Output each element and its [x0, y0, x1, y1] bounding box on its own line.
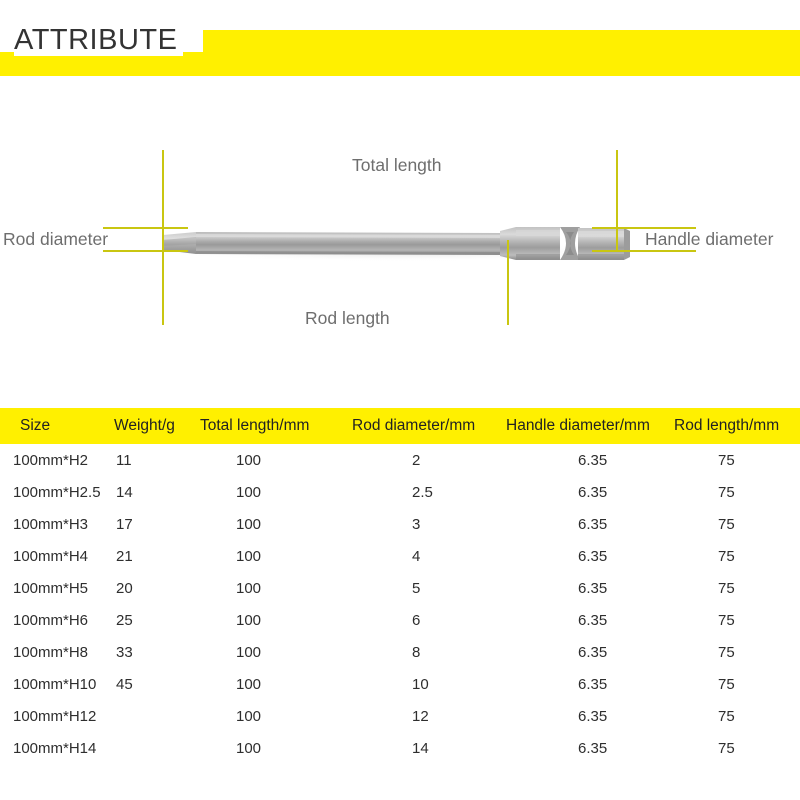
cell-rod-diameter: 2 [412, 451, 421, 469]
cell-handle-diameter: 6.35 [578, 611, 608, 629]
header-band-upper [203, 30, 800, 54]
table-header-row: Size Weight/g Total length/mm Rod diamet… [0, 408, 800, 444]
rod-diameter-bracket-bottom [103, 250, 188, 252]
cell-size: 100mm*H2 [13, 451, 89, 469]
table-row: 100mm*H5 20 100 5 6.35 75 [0, 572, 800, 604]
cell-total-length: 100 [236, 739, 262, 757]
specification-table: Size Weight/g Total length/mm Rod diamet… [0, 408, 800, 764]
table-row: 100mm*H12 100 12 6.35 75 [0, 700, 800, 732]
cell-handle-diameter: 6.35 [578, 707, 608, 725]
cell-size: 100mm*H3 [13, 515, 89, 533]
cell-rod-diameter: 12 [412, 707, 429, 725]
cell-handle-diameter: 6.35 [578, 483, 608, 501]
total-length-label: Total length [352, 155, 442, 175]
cell-total-length: 100 [236, 611, 262, 629]
cell-handle-diameter: 6.35 [578, 675, 608, 693]
cell-handle-diameter: 6.35 [578, 579, 608, 597]
total-length-left-rule [162, 150, 164, 325]
rod-length-rule [507, 240, 509, 325]
cell-rod-length: 75 [718, 739, 735, 757]
cell-rod-length: 75 [718, 643, 735, 661]
cell-rod-length: 75 [718, 675, 735, 693]
cell-rod-diameter: 14 [412, 739, 429, 757]
table-row: 100mm*H2.5 14 100 2.5 6.35 75 [0, 476, 800, 508]
table-row: 100mm*H3 17 100 3 6.35 75 [0, 508, 800, 540]
cell-handle-diameter: 6.35 [578, 547, 608, 565]
rod-diameter-bracket-top [103, 227, 188, 229]
column-header-rod-diameter: Rod diameter/mm [352, 417, 476, 434]
column-header-total-length: Total length/mm [200, 417, 310, 434]
cell-rod-length: 75 [718, 611, 735, 629]
cell-rod-length: 75 [718, 515, 735, 533]
cell-weight: 14 [116, 483, 133, 501]
cell-weight: 33 [116, 643, 133, 661]
handle-diameter-bracket-bottom [592, 250, 696, 252]
cell-weight: 17 [116, 515, 133, 533]
cell-handle-diameter: 6.35 [578, 739, 608, 757]
cell-total-length: 100 [236, 707, 262, 725]
cell-size: 100mm*H14 [13, 739, 97, 757]
cell-size: 100mm*H4 [13, 547, 89, 565]
table-row: 100mm*H8 33 100 8 6.35 75 [0, 636, 800, 668]
cell-size: 100mm*H8 [13, 643, 89, 661]
cell-handle-diameter: 6.35 [578, 515, 608, 533]
table-row: 100mm*H10 45 100 10 6.35 75 [0, 668, 800, 700]
cell-rod-diameter: 10 [412, 675, 429, 693]
cell-total-length: 100 [236, 675, 262, 693]
cell-handle-diameter: 6.35 [578, 643, 608, 661]
cell-size: 100mm*H2.5 [13, 483, 101, 501]
cell-size: 100mm*H6 [13, 611, 89, 629]
product-diagram: Rod diameter Total length Rod length Han… [0, 110, 800, 390]
cell-rod-diameter: 5 [412, 579, 421, 597]
cell-size: 100mm*H5 [13, 579, 89, 597]
cell-weight: 11 [116, 451, 132, 469]
column-header-handle-diameter: Handle diameter/mm [506, 417, 650, 434]
cell-rod-length: 75 [718, 579, 735, 597]
table-row: 100mm*H4 21 100 4 6.35 75 [0, 540, 800, 572]
cell-weight: 20 [116, 579, 133, 597]
page-header: ATTRIBUTE [0, 0, 800, 78]
cell-rod-diameter: 3 [412, 515, 421, 533]
rod-length-label: Rod length [305, 308, 390, 328]
cell-total-length: 100 [236, 451, 262, 469]
handle-diameter-label: Handle diameter [645, 229, 774, 249]
cell-total-length: 100 [236, 515, 262, 533]
cell-rod-diameter: 8 [412, 643, 421, 661]
cell-rod-diameter: 4 [412, 547, 421, 565]
cell-handle-diameter: 6.35 [578, 451, 608, 469]
cell-size: 100mm*H12 [13, 707, 97, 725]
column-header-weight: Weight/g [114, 417, 175, 434]
cell-total-length: 100 [236, 579, 262, 597]
rod-diameter-label: Rod diameter [3, 229, 109, 249]
cell-total-length: 100 [236, 643, 262, 661]
table-row: 100mm*H6 25 100 6 6.35 75 [0, 604, 800, 636]
cell-total-length: 100 [236, 483, 262, 501]
cell-weight: 21 [116, 547, 133, 565]
cell-weight: 25 [116, 611, 133, 629]
table-row: 100mm*H2 11 100 2 6.35 75 [0, 444, 800, 476]
column-header-size: Size [20, 417, 51, 434]
cell-weight: 45 [116, 675, 133, 693]
total-length-right-rule [616, 150, 618, 250]
cell-rod-length: 75 [718, 547, 735, 565]
cell-rod-length: 75 [718, 707, 735, 725]
cell-rod-diameter: 6 [412, 611, 421, 629]
cell-size: 100mm*H10 [13, 675, 97, 693]
cell-rod-diameter: 2.5 [412, 483, 433, 501]
cell-rod-length: 75 [718, 483, 735, 501]
cell-total-length: 100 [236, 547, 262, 565]
cell-rod-length: 75 [718, 451, 735, 469]
table-row: 100mm*H14 100 14 6.35 75 [0, 732, 800, 764]
column-header-rod-length: Rod length/mm [674, 417, 780, 434]
page-title: ATTRIBUTE [14, 24, 184, 56]
